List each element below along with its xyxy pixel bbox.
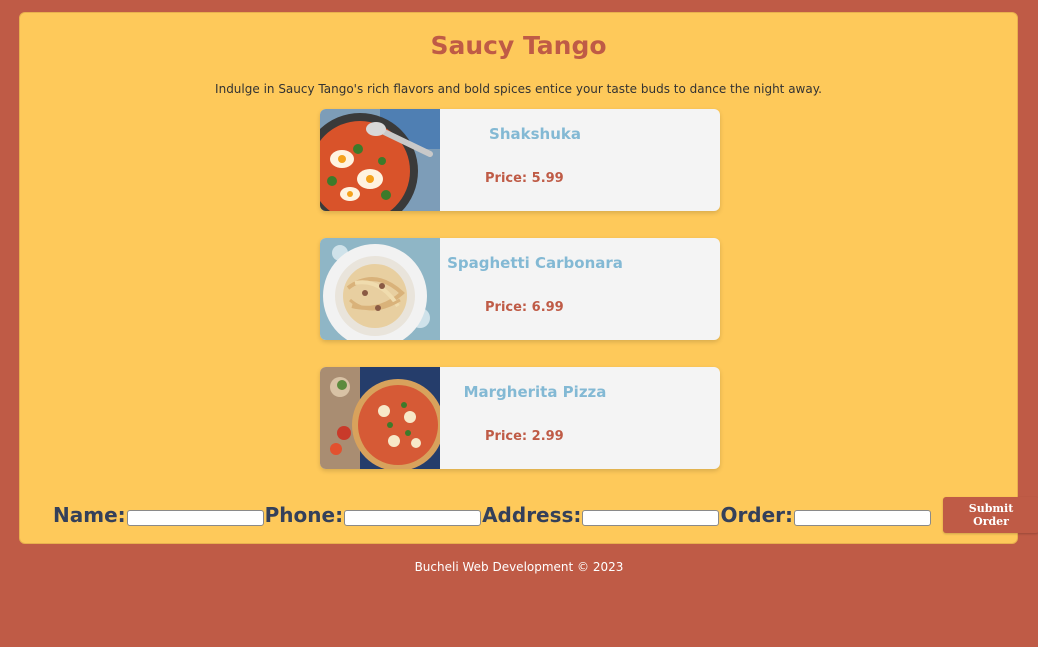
name-input[interactable] — [126, 510, 264, 526]
page-title: Saucy Tango — [430, 31, 607, 60]
menu-item-spaghetti-carbonara: Spaghetti Carbonara Price: 6.99 — [320, 238, 720, 340]
dish-price: Price: 6.99 — [485, 300, 564, 315]
shakshuka-photo — [320, 109, 440, 211]
dish-price: Price: 2.99 — [485, 429, 564, 444]
address-label: Address: — [482, 503, 582, 527]
phone-input[interactable] — [344, 510, 482, 526]
dish-name: Spaghetti Carbonara — [447, 254, 623, 272]
menu-item-shakshuka: Shakshuka Price: 5.99 — [320, 109, 720, 211]
phone-label: Phone: — [264, 503, 344, 527]
intro-text: Indulge in Saucy Tango's rich flavors an… — [215, 82, 822, 96]
order-input[interactable] — [794, 510, 932, 526]
main-card: Saucy Tango Indulge in Saucy Tango's ric… — [19, 12, 1038, 544]
menu-item-margherita-pizza: Margherita Pizza Price: 2.99 — [320, 367, 720, 469]
address-input[interactable] — [582, 510, 720, 526]
footer-text: Bucheli Web Development © 2023 — [414, 560, 624, 574]
carbonara-photo — [320, 238, 440, 340]
submit-order-button[interactable]: Submit Order — [943, 497, 1038, 533]
dish-name: Shakshuka — [489, 125, 581, 143]
dish-price: Price: 5.99 — [485, 171, 564, 186]
order-form: Name: Phone: Address: Order: Submit Orde… — [53, 497, 1038, 533]
pizza-photo — [320, 367, 440, 469]
order-label: Order: — [720, 503, 794, 527]
name-label: Name: — [53, 503, 126, 527]
dish-name: Margherita Pizza — [463, 383, 607, 401]
